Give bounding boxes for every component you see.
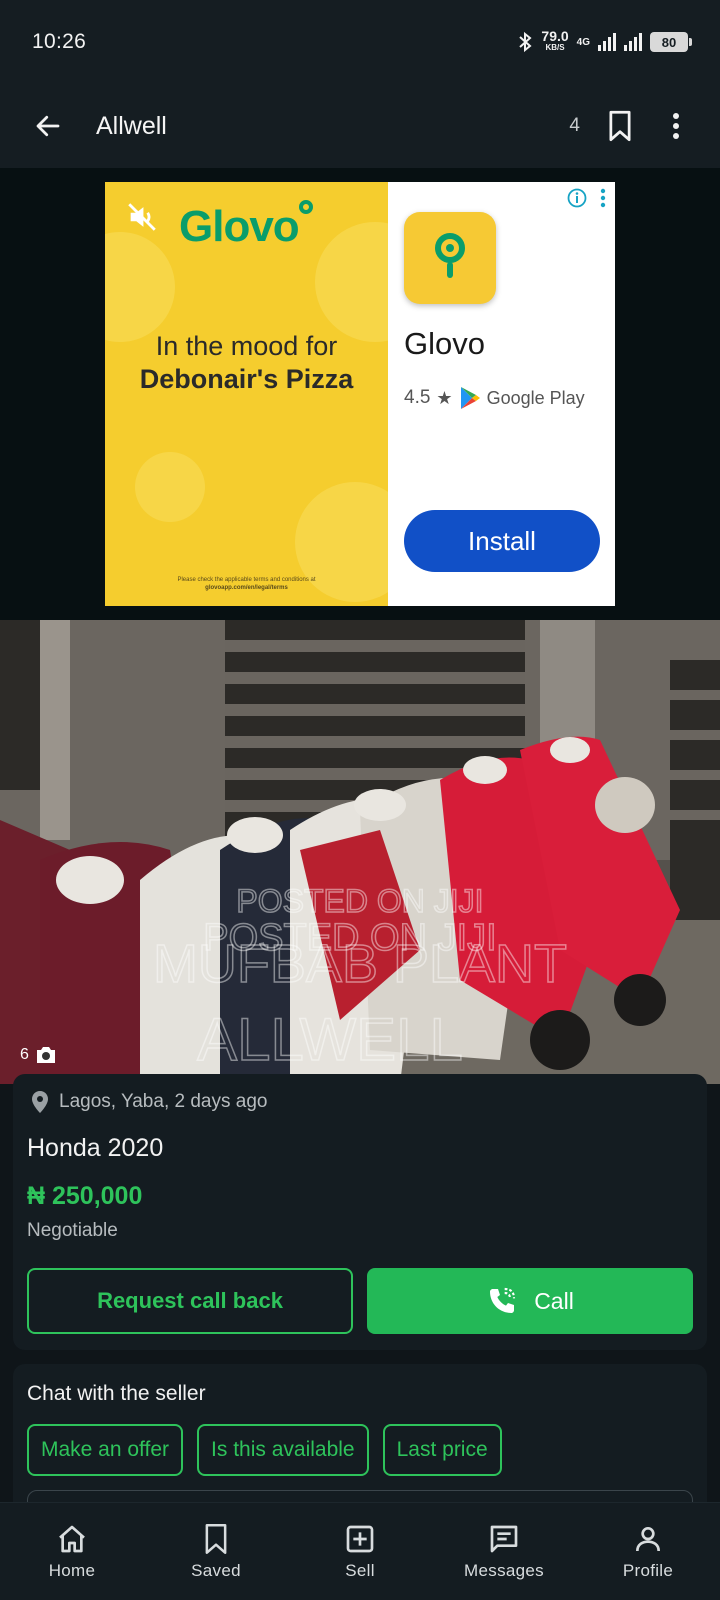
ad-area: Glovo In the mood for Debonair's Pizza P…: [0, 168, 720, 620]
bookmark-icon: [609, 110, 631, 142]
map-pin-icon: [435, 233, 465, 278]
photo-count: 6: [20, 1046, 57, 1064]
phone-icon: [490, 1287, 516, 1313]
nav-saved[interactable]: Saved: [144, 1503, 288, 1600]
bottom-nav: Home Saved Sell Messages Profile: [0, 1502, 720, 1600]
listing-title: Honda 2020: [27, 1134, 164, 1162]
location: Lagos, Yaba, 2 days ago: [31, 1090, 267, 1114]
quick-replies: Make an offer Is this available Last pri…: [27, 1424, 502, 1476]
bookmark-button[interactable]: [592, 98, 648, 154]
chip-is-available[interactable]: Is this available: [197, 1424, 369, 1476]
chat-title: Chat with the seller: [27, 1382, 206, 1405]
page-title: Allwell: [96, 111, 167, 140]
ad-info-icon[interactable]: [567, 188, 587, 208]
network-speed: 79.0 KB/S: [541, 28, 569, 52]
ad-fine-print: Please check the applicable terms and co…: [177, 577, 316, 591]
call-label: Call: [534, 1287, 574, 1314]
ad-options-icon[interactable]: [600, 188, 606, 208]
chip-make-offer[interactable]: Make an offer: [27, 1424, 184, 1476]
arrow-left-icon: [36, 115, 60, 137]
status-icons: 79.0 KB/S 4G 80: [517, 28, 692, 53]
watermark-text: POSTED ON JIJI: [236, 883, 483, 919]
google-play-icon: [460, 387, 480, 409]
signal-icon: [598, 33, 616, 51]
nav-profile[interactable]: Profile: [576, 1503, 720, 1600]
chat-card: Chat with the seller Make an offer Is th…: [13, 1364, 707, 1524]
back-button[interactable]: [0, 84, 96, 168]
watermark-text: ALLWELL: [197, 1006, 463, 1073]
request-callback-button[interactable]: Request call back: [27, 1268, 353, 1334]
app-bar: Allwell 4: [0, 84, 720, 168]
star-icon: ★: [436, 387, 453, 408]
more-options-button[interactable]: [648, 98, 704, 154]
ad-rating: 4.5 ★ Google Play: [404, 387, 585, 409]
app-icon: [404, 212, 496, 304]
camera-icon: [36, 1047, 55, 1063]
signal-icon-2: [624, 33, 642, 51]
brand-logo: Glovo: [179, 200, 313, 252]
kebab-menu-icon: [673, 113, 679, 139]
listing-card: Lagos, Yaba, 2 days ago Honda 2020 ₦ 250…: [13, 1074, 707, 1350]
mute-icon[interactable]: [125, 200, 159, 234]
call-button[interactable]: Call: [367, 1268, 693, 1334]
bluetooth-icon: [519, 31, 532, 53]
saved-count: 4: [569, 115, 580, 136]
status-bar: 10:26 79.0 KB/S 4G 80: [0, 0, 720, 84]
person-icon: [636, 1526, 660, 1551]
chip-last-price[interactable]: Last price: [382, 1424, 502, 1476]
listing-photo[interactable]: POSTED ON JIJI POSTED ON JIJI MUFBAB PLA…: [0, 620, 720, 1084]
price-note: Negotiable: [27, 1220, 118, 1241]
battery-icon: 80: [650, 32, 692, 52]
bookmark-icon: [205, 1523, 227, 1554]
listing-price: ₦ 250,000: [27, 1182, 143, 1210]
location-pin-icon: [32, 1091, 48, 1113]
network-type: 4G: [576, 36, 590, 48]
ad-creative[interactable]: Glovo In the mood for Debonair's Pizza P…: [105, 182, 388, 606]
status-time: 10:26: [32, 30, 87, 53]
home-icon: [59, 1525, 85, 1552]
scooters-image: POSTED ON JIJI POSTED ON JIJI MUFBAB PLA…: [0, 620, 720, 1084]
ad-banner[interactable]: Glovo In the mood for Debonair's Pizza P…: [105, 182, 615, 606]
plus-square-icon: [346, 1525, 374, 1552]
nav-home[interactable]: Home: [0, 1503, 144, 1600]
watermark-text: MUFBAB PLANT: [153, 934, 567, 994]
ad-headline: In the mood for Debonair's Pizza: [139, 331, 354, 394]
nav-sell[interactable]: Sell: [288, 1503, 432, 1600]
install-button[interactable]: Install: [404, 510, 600, 572]
nav-messages[interactable]: Messages: [432, 1503, 576, 1600]
ad-app-panel[interactable]: Glovo 4.5 ★ Google Play Install: [388, 182, 615, 606]
message-icon: [490, 1525, 518, 1552]
ad-app-name: Glovo: [404, 326, 485, 361]
